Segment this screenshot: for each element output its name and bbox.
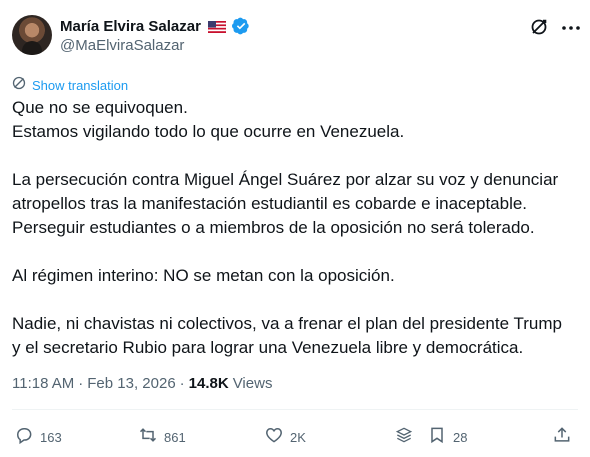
grok-analyze-button[interactable] <box>394 424 414 450</box>
grok-icon[interactable] <box>528 16 550 38</box>
like-count: 2K <box>290 429 306 445</box>
bookmark-icon <box>427 425 447 450</box>
views-count[interactable]: 14.8K <box>189 375 229 392</box>
avatar[interactable] <box>12 15 52 55</box>
reply-button[interactable]: 163 <box>14 424 62 450</box>
author-name-row: María Elvira Salazar <box>60 16 250 36</box>
post-container: María Elvira Salazar @MaElviraSalazar Sh… <box>0 0 590 457</box>
share-button[interactable] <box>552 424 572 450</box>
post-line: Al régimen interino: NO se metan con la … <box>12 266 395 285</box>
post-line: atropellos tras la manifestación estudia… <box>12 194 528 213</box>
post-meta: 11:18 AM · Feb 13, 2026 · 14.8K Views <box>12 375 272 392</box>
meta-separator: · <box>179 375 185 392</box>
author-handle[interactable]: @MaElviraSalazar <box>60 37 184 54</box>
post-text: Que no se equivoquen. Estamos vigilando … <box>12 96 582 360</box>
divider <box>12 409 578 410</box>
more-options-icon[interactable] <box>560 18 582 38</box>
heart-icon <box>264 425 284 450</box>
post-line: y el secretario Rubio para lograr una Ve… <box>12 338 524 357</box>
post-date[interactable]: Feb 13, 2026 <box>87 375 175 392</box>
layers-icon <box>394 425 414 450</box>
bookmark-button[interactable]: 28 <box>427 424 467 450</box>
post-time[interactable]: 11:18 AM <box>12 375 74 392</box>
us-flag-icon <box>207 20 227 34</box>
translate-icon <box>12 76 26 95</box>
reply-icon <box>14 425 34 450</box>
verified-badge-icon[interactable] <box>231 17 250 35</box>
post-line: Nadie, ni chavistas ni colectivos, va a … <box>12 314 562 333</box>
show-translation-label[interactable]: Show translation <box>32 78 128 93</box>
reply-count: 163 <box>40 429 62 445</box>
bookmark-count: 28 <box>453 429 468 445</box>
post-line: Estamos vigilando todo lo que ocurre en … <box>12 122 405 141</box>
views-label: Views <box>232 375 273 392</box>
meta-separator: · <box>78 375 84 392</box>
share-icon <box>552 425 572 450</box>
post-line: Que no se equivoquen. <box>12 98 188 117</box>
repost-icon <box>138 425 158 450</box>
post-line: Perseguir estudiantes o a miembros de la… <box>12 218 535 237</box>
like-button[interactable]: 2K <box>264 424 306 450</box>
repost-count: 861 <box>164 429 186 445</box>
show-translation-link[interactable]: Show translation <box>12 76 128 95</box>
post-line: La persecución contra Miguel Ángel Suáre… <box>12 170 559 189</box>
author-display-name[interactable]: María Elvira Salazar <box>60 18 201 35</box>
repost-button[interactable]: 861 <box>138 424 186 450</box>
action-bar: 163 861 2K 28 <box>0 424 590 450</box>
